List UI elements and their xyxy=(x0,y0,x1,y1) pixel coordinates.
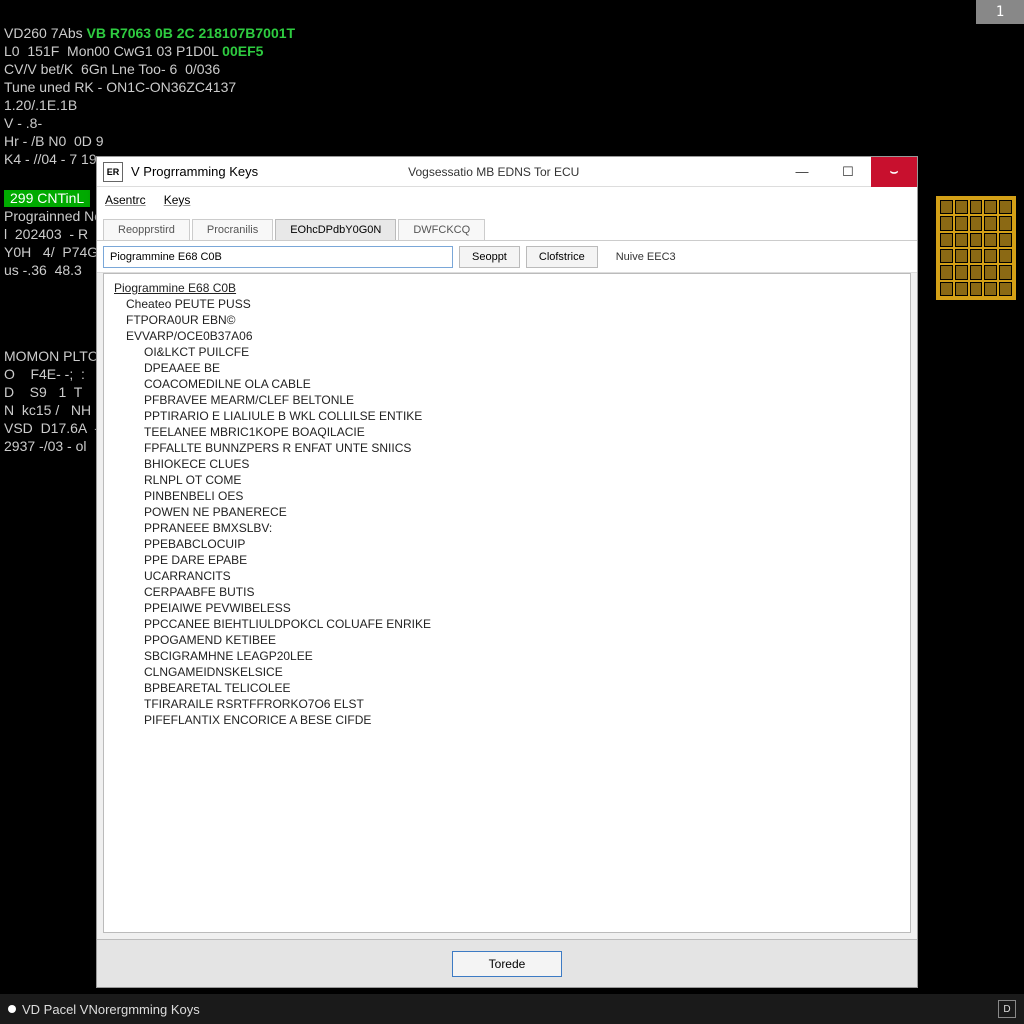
window-footer: Torede xyxy=(97,939,917,987)
tree-item[interactable]: POWEN NE PBANERECE xyxy=(144,504,900,520)
tabbar: Reopprstird Procranilis EOhcDPdbY0G0N DW… xyxy=(97,213,917,241)
tree-node[interactable]: Cheateo PEUTE PUSS xyxy=(126,296,900,312)
tree-item[interactable]: BHIOKECE CLUES xyxy=(144,456,900,472)
maximize-button[interactable]: ☐ xyxy=(825,157,871,187)
tree-item[interactable]: PPTIRARIO E LIALIULE B WKL COLLILSE ENTI… xyxy=(144,408,900,424)
tab-eohcd[interactable]: EOhcDPdbY0G0N xyxy=(275,219,396,240)
program-input[interactable] xyxy=(103,246,453,268)
tree-item[interactable]: TFIRARAILE RSRTFFRORKO7O6 ELST xyxy=(144,696,900,712)
seoppt-button[interactable]: Seoppt xyxy=(459,246,520,268)
tree-item[interactable]: PFBRAVEE MEARM/CLEF BELTONLE xyxy=(144,392,900,408)
tree-view[interactable]: Piogrammine E68 C0B Cheateo PEUTE PUSS F… xyxy=(103,273,911,933)
tree-item[interactable]: COACOMEDILNE OLA CABLE xyxy=(144,376,900,392)
tree-item[interactable]: PIFEFLANTIX ENCORICE A BESE CIFDE xyxy=(144,712,900,728)
minimize-button[interactable]: — xyxy=(779,157,825,187)
programming-keys-window: ER V Progrramming Keys Vogsessatio MB ED… xyxy=(96,156,918,988)
window-subtitle: Vogsessatio MB EDNS Tor ECU xyxy=(408,165,579,179)
toolbar: Seoppt Clofstrice Nuive EEC3 xyxy=(97,241,917,273)
tree-item[interactable]: PPEIAIWE PEVWIBELESS xyxy=(144,600,900,616)
tree-root[interactable]: Piogrammine E68 C0B xyxy=(114,280,900,296)
status-dot-icon xyxy=(8,1005,16,1013)
keypad-device xyxy=(934,194,1018,302)
torede-button[interactable]: Torede xyxy=(452,951,562,977)
tree-item[interactable]: DPEAAEE BE xyxy=(144,360,900,376)
tree-item[interactable]: PPOGAMEND KETIBEE xyxy=(144,632,900,648)
clofstrice-button[interactable]: Clofstrice xyxy=(526,246,598,268)
close-button[interactable]: ⌣ xyxy=(871,157,917,187)
tree-item[interactable]: PPE DARE EPABE xyxy=(144,552,900,568)
app-icon: ER xyxy=(103,162,123,182)
tree-item[interactable]: FPFALLTE BUNNZPERS R ENFAT UNTE SNIICS xyxy=(144,440,900,456)
tree-node[interactable]: EVVARP/OCE0B37A06 xyxy=(126,328,900,344)
taskbar[interactable]: VD Pacel VNorergmming Koys D xyxy=(0,994,1024,1024)
tree-item[interactable]: PPCCANEE BIEHTLIULDPOKCL COLUAFE ENRIKE xyxy=(144,616,900,632)
tree-item[interactable]: RLNPL OT COME xyxy=(144,472,900,488)
tree-node[interactable]: FTPORA0UR EBN© xyxy=(126,312,900,328)
tab-dwfckcq[interactable]: DWFCKCQ xyxy=(398,219,485,240)
taskbar-item[interactable]: VD Pacel VNorergmming Koys xyxy=(22,1002,200,1017)
tree-item[interactable]: CLNGAMEIDNSKELSICE xyxy=(144,664,900,680)
tree-item[interactable]: PPEBABCLOCUIP xyxy=(144,536,900,552)
titlebar[interactable]: ER V Progrramming Keys Vogsessatio MB ED… xyxy=(97,157,917,187)
menu-keys[interactable]: Keys xyxy=(164,193,191,207)
tree-item[interactable]: BPBEARETAL TELICOLEE xyxy=(144,680,900,696)
tree-item[interactable]: SBCIGRAMHNE LEAGP20LEE xyxy=(144,648,900,664)
tree-item[interactable]: TEELANEE MBRIC1KOPE BOAQILACIE xyxy=(144,424,900,440)
tree-item[interactable]: PINBENBELI OES xyxy=(144,488,900,504)
tree-item[interactable]: UCARRANCITS xyxy=(144,568,900,584)
tree-item[interactable]: PPRANEEE BMXSLBV: xyxy=(144,520,900,536)
window-title: V Progrramming Keys xyxy=(131,164,258,179)
tree-item[interactable]: OI&LKCT PUILCFE xyxy=(144,344,900,360)
toolbar-label: Nuive EEC3 xyxy=(616,251,676,263)
menu-asentrc[interactable]: Asentrc xyxy=(105,193,146,207)
tab-procranilis[interactable]: Procranilis xyxy=(192,219,273,240)
page-indicator: 1 xyxy=(976,0,1024,24)
tree-item[interactable]: CERPAABFE BUTIS xyxy=(144,584,900,600)
tray-icon[interactable]: D xyxy=(998,1000,1016,1018)
menubar: Asentrc Keys xyxy=(97,187,917,213)
tab-reopprstird[interactable]: Reopprstird xyxy=(103,219,190,240)
